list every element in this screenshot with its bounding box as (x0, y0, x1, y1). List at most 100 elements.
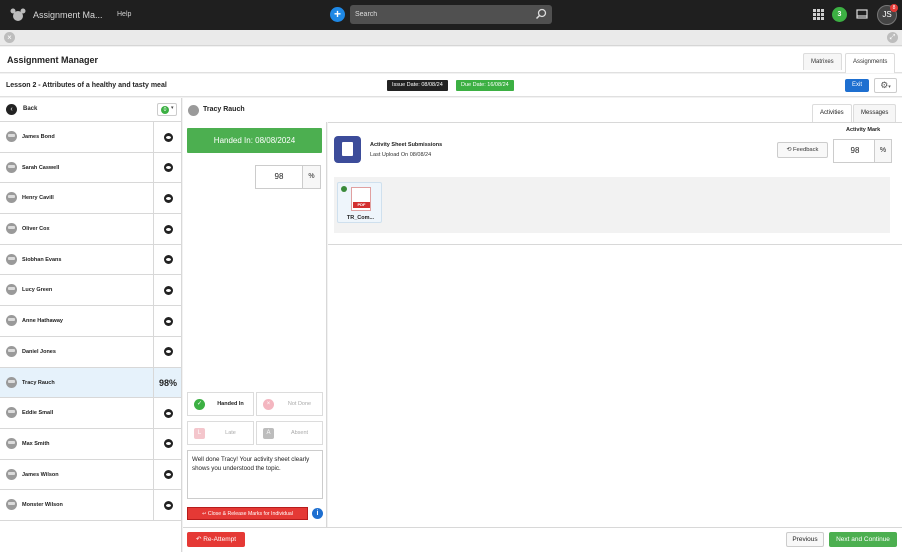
view-icon[interactable] (163, 193, 173, 203)
student-name: Anne Hathaway (22, 318, 63, 325)
check-icon: ✓ (194, 399, 205, 410)
tab-assignments[interactable]: Assignments (845, 53, 896, 73)
student-name: Max Smith (22, 440, 50, 447)
search-icon[interactable] (535, 8, 547, 20)
student-row[interactable]: Sarah Caswell (0, 152, 181, 184)
lesson-bar: Lesson 2 - Attributes of a healthy and t… (0, 74, 902, 97)
student-name: Oliver Cox (22, 226, 50, 233)
page-header: Assignment Manager Matrixes Assignments (0, 47, 902, 73)
student-avatar-icon (6, 284, 17, 296)
inbox-icon[interactable] (856, 9, 868, 20)
view-icon[interactable] (163, 347, 173, 357)
mark-unit: % (302, 166, 320, 188)
previous-button[interactable]: Previous (786, 532, 824, 547)
student-row[interactable]: Lucy Green (0, 275, 181, 307)
re-attempt-button[interactable]: ↶ Re-Attempt (187, 532, 245, 547)
settings-button[interactable]: ⚙▾ (874, 78, 897, 93)
student-row[interactable]: Monster Wilson (0, 490, 181, 521)
next-and-continue-button[interactable]: Next and Continue (829, 532, 897, 547)
activity-mark-value[interactable]: 98 (834, 140, 876, 162)
view-icon[interactable] (163, 316, 173, 326)
view-icon[interactable] (163, 470, 173, 480)
status-label: Absent (290, 430, 309, 436)
tab-matrixes[interactable]: Matrixes (803, 53, 842, 70)
status-handed-in-button[interactable]: ✓ Handed In (187, 392, 254, 416)
close-release-marks-button[interactable]: ↩ Close & Release Marks for Individual (187, 507, 308, 520)
student-avatar-icon (6, 407, 17, 419)
status-label: Not Done (287, 401, 312, 407)
filter-dropdown[interactable]: 0 ▾ (157, 103, 177, 116)
feedback-textarea[interactable]: Well done Tracy! Your activity sheet cle… (187, 450, 323, 499)
view-icon[interactable] (163, 500, 173, 510)
student-avatar-icon (6, 345, 17, 357)
student-row-selected[interactable]: Tracy Rauch 98% (0, 367, 181, 399)
back-button[interactable]: Back (23, 106, 37, 112)
overall-mark-value[interactable]: 98 (256, 166, 302, 188)
expand-icon[interactable]: ⤢ (887, 32, 898, 43)
view-icon[interactable] (163, 132, 173, 142)
footer-bar: ↶ Re-Attempt Previous Next and Continue (183, 527, 902, 552)
student-row[interactable]: Siobhan Evans (0, 244, 181, 276)
student-row[interactable]: Anne Hathaway (0, 306, 181, 337)
exit-button[interactable]: Exit (845, 79, 869, 92)
submission-files-area: PDF TR_Com... (334, 177, 890, 233)
activities-panel: Activity Sheet Submissions Last Upload O… (328, 122, 902, 528)
app-logo-icon[interactable] (10, 8, 26, 22)
tab-messages[interactable]: Messages (853, 104, 897, 122)
close-icon[interactable]: × (4, 32, 15, 43)
view-icon[interactable] (163, 408, 173, 418)
student-row[interactable]: Eddie Small (0, 398, 181, 429)
app-title[interactable]: Assignment Ma... (33, 10, 103, 20)
student-row[interactable]: James Wilson (0, 459, 181, 491)
student-name: Siobhan Evans (22, 256, 62, 263)
late-icon: L (194, 428, 205, 439)
student-name: James Wilson (22, 471, 59, 478)
activity-mark-field[interactable]: 98 % (833, 139, 892, 163)
info-icon[interactable]: i (312, 508, 323, 519)
back-arrow-icon[interactable]: ‹ (6, 104, 17, 115)
notification-badge[interactable]: 3 (832, 7, 847, 22)
student-avatar-icon (6, 131, 17, 142)
status-absent-button[interactable]: A Absent (256, 421, 323, 445)
status-label: Late (225, 430, 236, 436)
view-icon[interactable] (163, 285, 173, 295)
user-avatar[interactable]: JS 8 (877, 4, 898, 25)
handed-in-banner: Handed In: 08/08/2024 (187, 128, 322, 153)
overall-mark-field[interactable]: 98 % (255, 165, 321, 189)
student-list-header: ‹ Back 0 ▾ (0, 98, 181, 122)
tab-activities[interactable]: Activities (812, 104, 852, 123)
student-avatar-icon (6, 161, 17, 173)
activity-title: Activity Sheet Submissions (370, 142, 443, 148)
view-icon[interactable] (163, 224, 173, 234)
pdf-file-icon: PDF (351, 187, 371, 211)
student-avatar-icon (6, 315, 17, 327)
student-row[interactable]: Daniel Jones (0, 336, 181, 368)
view-icon[interactable] (163, 163, 173, 173)
cross-icon: × (263, 399, 274, 410)
activity-sheet-icon (334, 136, 361, 163)
apps-grid-icon[interactable] (813, 9, 824, 20)
student-detail-name: Tracy Rauch (203, 106, 245, 113)
user-initials: JS (882, 10, 892, 19)
add-button[interactable]: + (330, 7, 345, 22)
student-row[interactable]: Max Smith (0, 428, 181, 460)
student-detail-panel: Tracy Rauch Handed In: 08/08/2024 98 % ✓… (183, 98, 902, 528)
student-avatar-icon (6, 376, 17, 388)
search-box (350, 5, 552, 24)
search-input[interactable] (350, 5, 530, 24)
activity-mark-label: Activity Mark (846, 127, 881, 133)
view-icon[interactable] (163, 255, 173, 265)
feedback-button-label: Feedback (793, 147, 819, 153)
submitted-file-tile[interactable]: PDF TR_Com... (337, 182, 382, 223)
student-name: Daniel Jones (22, 348, 56, 355)
student-row[interactable]: James Bond (0, 122, 181, 153)
view-icon[interactable] (163, 439, 173, 449)
student-row[interactable]: Henry Cavill (0, 183, 181, 215)
feedback-button[interactable]: ⟲ Feedback (777, 142, 828, 158)
student-row[interactable]: Oliver Cox (0, 214, 181, 245)
status-not-done-button[interactable]: × Not Done (256, 392, 323, 416)
status-late-button[interactable]: L Late (187, 421, 254, 445)
student-detail-header: Tracy Rauch (183, 98, 902, 122)
due-date-badge: Due Date: 16/08/24 (456, 80, 514, 91)
help-link[interactable]: Help (117, 11, 131, 18)
